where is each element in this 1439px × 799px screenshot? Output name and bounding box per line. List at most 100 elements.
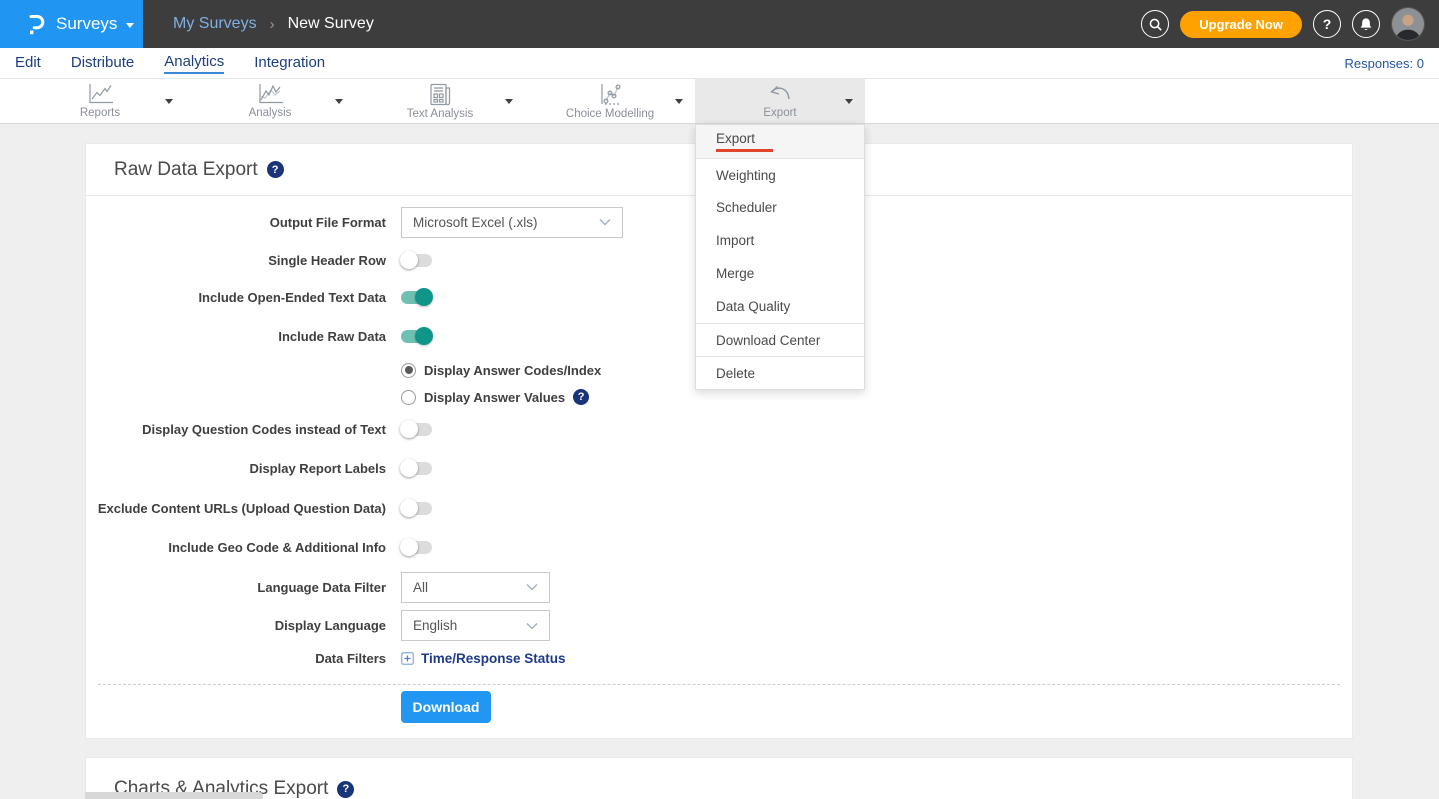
chevron-down-icon[interactable] [505,99,513,104]
menu-item-weighting[interactable]: Weighting [696,158,864,191]
link-preview-tooltip [85,792,263,799]
survey-tabs: Edit Distribute Analytics Integration Re… [0,48,1439,79]
form-row-data-filters: Data Filters Time/Response Status [86,644,1352,673]
chevron-down-icon[interactable] [845,99,853,104]
field-label: Exclude Content URLs (Upload Question Da… [86,501,386,516]
toolbar-choice-modelling[interactable]: Choice Modelling [525,79,695,123]
exclude-content-urls-toggle[interactable] [401,502,432,515]
single-header-row-toggle[interactable] [401,254,432,267]
radio-label: Display Answer Values [424,390,565,405]
toolbar-label: Choice Modelling [566,108,654,120]
toggle-knob [400,420,418,438]
field-label: Language Data Filter [86,580,386,595]
toolbar-text-analysis[interactable]: Text Analysis [355,79,525,123]
breadcrumb-my-surveys[interactable]: My Surveys [173,15,257,33]
bell-icon [1359,17,1373,32]
product-name: Surveys [56,14,117,34]
form-row-exclude-urls: Exclude Content URLs (Upload Question Da… [86,488,1352,528]
product-switcher[interactable]: Surveys [0,0,143,48]
tab-distribute[interactable]: Distribute [71,54,134,73]
toolbar-label: Text Analysis [407,108,473,120]
chevron-down-icon [126,23,134,28]
time-response-status-link[interactable]: Time/Response Status [401,651,566,666]
chevron-down-icon [526,622,538,630]
menu-item-data-quality[interactable]: Data Quality [696,290,864,323]
menu-item-import[interactable]: Import [696,224,864,257]
scatter-chart-icon [598,83,622,106]
include-raw-data-toggle[interactable] [401,330,432,343]
language-filter-select[interactable]: All [401,572,550,603]
answer-values-radio[interactable] [401,390,416,405]
field-label: Display Question Codes instead of Text [86,422,386,437]
field-label: Output File Format [86,215,386,230]
selected-value: Microsoft Excel (.xls) [413,215,538,230]
actions-row: Download [86,685,1352,738]
toggle-knob [415,288,433,306]
toolbar-label: Reports [80,107,120,119]
tab-integration[interactable]: Integration [254,54,325,73]
selected-value: All [413,580,428,595]
field-label: Single Header Row [86,253,386,268]
menu-item-export[interactable]: Export [696,125,864,158]
plus-square-icon [401,652,414,665]
help-button[interactable]: ? [1313,10,1341,38]
menu-item-scheduler[interactable]: Scheduler [696,191,864,224]
toolbar-export[interactable]: Export [695,79,865,123]
curved-arrow-icon [767,83,793,105]
form-row-display-language: Display Language English [86,607,1352,644]
help-icon[interactable]: ? [337,781,354,798]
chevron-down-icon [526,583,538,591]
multi-line-chart-icon [257,83,284,105]
chevron-down-icon[interactable] [335,99,343,104]
radio-label: Display Answer Codes/Index [424,363,601,378]
chevron-down-icon[interactable] [165,99,173,104]
selected-value: English [413,618,457,633]
field-label: Data Filters [86,651,386,666]
top-header: Surveys My Surveys › New Survey Upgrade … [0,0,1439,48]
menu-item-label: Export [716,131,864,146]
download-button[interactable]: Download [401,691,491,723]
toolbar-label: Export [763,107,796,119]
answer-codes-radio[interactable] [401,363,416,378]
menu-item-delete[interactable]: Delete [696,356,864,389]
toolbar-label: Analysis [249,107,292,119]
display-language-select[interactable]: English [401,610,550,641]
charts-analytics-export-card: Charts & Analytics Export ? [85,757,1353,799]
line-chart-icon [87,83,114,105]
output-format-select[interactable]: Microsoft Excel (.xls) [401,207,623,238]
menu-item-download-center[interactable]: Download Center [696,323,864,356]
notifications-button[interactable] [1352,10,1380,38]
question-mark-icon: ? [1323,16,1332,32]
help-icon[interactable]: ? [267,161,284,178]
field-label: Display Language [86,618,386,633]
header-actions: Upgrade Now ? [1141,7,1425,41]
question-codes-toggle[interactable] [401,423,432,436]
toggle-knob [415,327,433,345]
field-label: Display Report Labels [86,461,386,476]
form-row-report-labels: Display Report Labels [86,448,1352,488]
toggle-knob [400,251,418,269]
tab-edit[interactable]: Edit [15,54,41,73]
user-avatar[interactable] [1391,7,1425,41]
export-dropdown-menu: Export Weighting Scheduler Import Merge … [695,124,865,390]
tab-analytics[interactable]: Analytics [164,53,224,74]
breadcrumb-separator: › [270,16,275,33]
app-window: Surveys My Surveys › New Survey Upgrade … [0,0,1439,799]
chevron-down-icon [599,218,611,226]
toggle-knob [400,538,418,556]
include-open-ended-toggle[interactable] [401,291,432,304]
help-icon[interactable]: ? [573,389,589,405]
upgrade-now-button[interactable]: Upgrade Now [1180,11,1302,38]
breadcrumb-current-survey: New Survey [288,15,374,33]
geo-code-toggle[interactable] [401,541,432,554]
chevron-down-icon[interactable] [675,99,683,104]
form-row-language-filter: Language Data Filter All [86,567,1352,607]
card-header: Charts & Analytics Export ? [86,758,1352,799]
report-labels-toggle[interactable] [401,462,432,475]
breadcrumb: My Surveys › New Survey [173,15,374,33]
toolbar-analysis[interactable]: Analysis [185,79,355,123]
form-row-geo-code: Include Geo Code & Additional Info [86,528,1352,567]
search-button[interactable] [1141,10,1169,38]
menu-item-merge[interactable]: Merge [696,257,864,290]
toolbar-reports[interactable]: Reports [15,79,185,123]
